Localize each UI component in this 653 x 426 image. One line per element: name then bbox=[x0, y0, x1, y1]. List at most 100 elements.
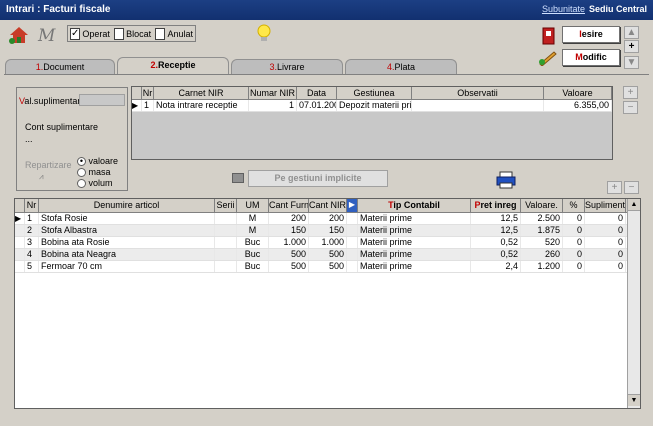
valoare-cell: 1.875 bbox=[521, 225, 563, 236]
operat-label: Operat bbox=[82, 28, 110, 39]
articles-rows: ▶ 1 Stofa Rosie M 200 200 Materii prime 12,5 2.5… bbox=[15, 213, 640, 273]
column-expand-icon[interactable]: ▶ bbox=[347, 199, 358, 212]
art-col-pct[interactable]: % bbox=[563, 199, 585, 212]
cant-nir-cell: 500 bbox=[309, 261, 347, 272]
anulat-checkbox[interactable] bbox=[155, 27, 166, 40]
article-add-button[interactable]: + bbox=[607, 181, 622, 194]
nir-row[interactable]: ▶ 1 Nota intrare receptie 1 07.01.2009 D… bbox=[132, 100, 612, 112]
spacer-cell bbox=[347, 249, 358, 260]
exit-button[interactable]: Iesire bbox=[562, 26, 620, 43]
subunit-value: Sediu Central bbox=[588, 4, 647, 14]
pe-gestiuni-button[interactable]: Pe gestiuni implicite bbox=[248, 170, 388, 187]
pct-cell: 0 bbox=[563, 213, 585, 224]
art-col-valoare[interactable]: Valoare. bbox=[521, 199, 563, 212]
nir-col-selector bbox=[132, 87, 142, 99]
m-logo-icon[interactable]: M bbox=[38, 26, 58, 46]
tab-plata[interactable]: 4.Plata bbox=[345, 59, 457, 75]
pct-cell: 0 bbox=[563, 225, 585, 236]
art-col-pret[interactable]: Pret inreg bbox=[471, 199, 521, 212]
nir-col-numar[interactable]: Numar NIR bbox=[249, 87, 297, 99]
home-icon[interactable] bbox=[8, 25, 30, 45]
nir-col-gestiunea[interactable]: Gestiunea bbox=[337, 87, 412, 99]
art-col-cant-furn[interactable]: Cant Furn bbox=[269, 199, 309, 212]
row-selector bbox=[15, 249, 25, 260]
envelope-icon[interactable] bbox=[232, 173, 244, 183]
um-cell: M bbox=[237, 225, 269, 236]
pret-cell: 12,5 bbox=[471, 213, 521, 224]
cont-supl-value[interactable]: ... bbox=[25, 134, 33, 144]
edit-pencil-icon bbox=[538, 50, 558, 67]
modify-button[interactable]: Modific bbox=[562, 49, 620, 66]
repartizare-icon: ⩘ bbox=[39, 172, 44, 181]
nir-col-nr[interactable]: Nr bbox=[142, 87, 154, 99]
nir-col-observatii[interactable]: Observatii bbox=[412, 87, 544, 99]
nir-add-button[interactable]: + bbox=[623, 86, 638, 99]
cont-supl-label: Cont suplimentare bbox=[25, 122, 99, 132]
vertical-scrollbar[interactable]: ▲ ▼ bbox=[627, 199, 640, 408]
subunit-label[interactable]: Subunitate bbox=[542, 4, 585, 14]
nav-up-button[interactable]: ▲ bbox=[624, 26, 639, 39]
pret-cell: 0,52 bbox=[471, 249, 521, 260]
blocat-checkbox[interactable] bbox=[113, 27, 125, 40]
um-cell: Buc bbox=[237, 249, 269, 260]
val-supl-input[interactable] bbox=[79, 94, 125, 106]
scroll-up-icon[interactable]: ▲ bbox=[628, 199, 640, 211]
spacer-cell bbox=[347, 213, 358, 224]
spacer-cell bbox=[347, 225, 358, 236]
nir-col-data[interactable]: Data bbox=[297, 87, 337, 99]
printer-icon[interactable] bbox=[496, 171, 516, 189]
art-col-supliment[interactable]: Supliment bbox=[585, 199, 626, 212]
art-col-denumire[interactable]: Denumire articol bbox=[39, 199, 215, 212]
art-col-um[interactable]: UM bbox=[237, 199, 269, 212]
table-row[interactable]: 2 Stofa Albastra M 150 150 Materii prime 12,5 1… bbox=[15, 225, 640, 237]
article-remove-button[interactable]: − bbox=[624, 181, 639, 194]
nir-grid: Nr Carnet NIR Numar NIR Data Gestiunea O… bbox=[131, 86, 613, 160]
denumire-cell: Stofa Albastra bbox=[39, 225, 215, 236]
exit-door-icon bbox=[542, 27, 556, 45]
row-selector bbox=[15, 237, 25, 248]
scroll-down-icon[interactable]: ▼ bbox=[628, 394, 640, 406]
serii-cell bbox=[215, 225, 237, 236]
nir-col-carnet[interactable]: Carnet NIR bbox=[154, 87, 249, 99]
denumire-cell: Stofa Rosie bbox=[39, 213, 215, 224]
art-col-nr[interactable]: Nr bbox=[25, 199, 39, 212]
tab-livrare[interactable]: 3.Livrare bbox=[231, 59, 343, 75]
serii-cell bbox=[215, 249, 237, 260]
art-col-tip-contabil[interactable]: Tip Contabil bbox=[358, 199, 471, 212]
valoare-cell: 260 bbox=[521, 249, 563, 260]
nir-remove-button[interactable]: − bbox=[623, 101, 638, 114]
operat-checkbox[interactable]: ✓ bbox=[70, 27, 81, 40]
nr-cell: 4 bbox=[25, 249, 39, 260]
cant-nir-cell: 150 bbox=[309, 225, 347, 236]
val-supl-label: Val.suplimentara bbox=[19, 96, 86, 106]
art-col-cant-nir[interactable]: Cant NIR bbox=[309, 199, 347, 212]
nr-cell: 1 bbox=[25, 213, 39, 224]
art-col-serii[interactable]: Serii bbox=[215, 199, 237, 212]
nav-down-button[interactable]: ▼ bbox=[624, 56, 639, 69]
tab-document[interactable]: 1.Document bbox=[5, 59, 115, 75]
row-selector bbox=[15, 261, 25, 272]
option-valoare[interactable]: • valoare bbox=[77, 156, 118, 167]
lightbulb-icon[interactable] bbox=[256, 24, 272, 44]
tab-receptie[interactable]: 2.Receptie bbox=[117, 57, 229, 75]
tip-cell: Materii prime bbox=[358, 249, 471, 260]
nir-grid-header: Nr Carnet NIR Numar NIR Data Gestiunea O… bbox=[132, 87, 612, 100]
serii-cell bbox=[215, 237, 237, 248]
table-row[interactable]: 5 Fermoar 70 cm Buc 500 500 Materii prime 2,4 1… bbox=[15, 261, 640, 273]
valoare-cell: 1.200 bbox=[521, 261, 563, 272]
repartizare-label: Repartizare bbox=[25, 160, 72, 170]
nir-col-valoare[interactable]: Valoare bbox=[544, 87, 612, 99]
supl-cell: 0 bbox=[585, 225, 626, 236]
table-row[interactable]: 3 Bobina ata Rosie Buc 1.000 1.000 Materii pr… bbox=[15, 237, 640, 249]
um-cell: Buc bbox=[237, 261, 269, 272]
tip-cell: Materii prime bbox=[358, 261, 471, 272]
option-masa[interactable]: masa bbox=[77, 167, 111, 178]
add-button[interactable]: + bbox=[624, 40, 639, 53]
table-row[interactable]: 4 Bobina ata Neagra Buc 500 500 Materii prime… bbox=[15, 249, 640, 261]
row-selector bbox=[15, 225, 25, 236]
valoare-cell: 2.500 bbox=[521, 213, 563, 224]
row-selector-arrow-icon: ▶ bbox=[132, 100, 142, 111]
table-row[interactable]: ▶ 1 Stofa Rosie M 200 200 Materii prime 12,5 2.5… bbox=[15, 213, 640, 225]
serii-cell bbox=[215, 261, 237, 272]
option-volum[interactable]: volum bbox=[77, 178, 113, 189]
